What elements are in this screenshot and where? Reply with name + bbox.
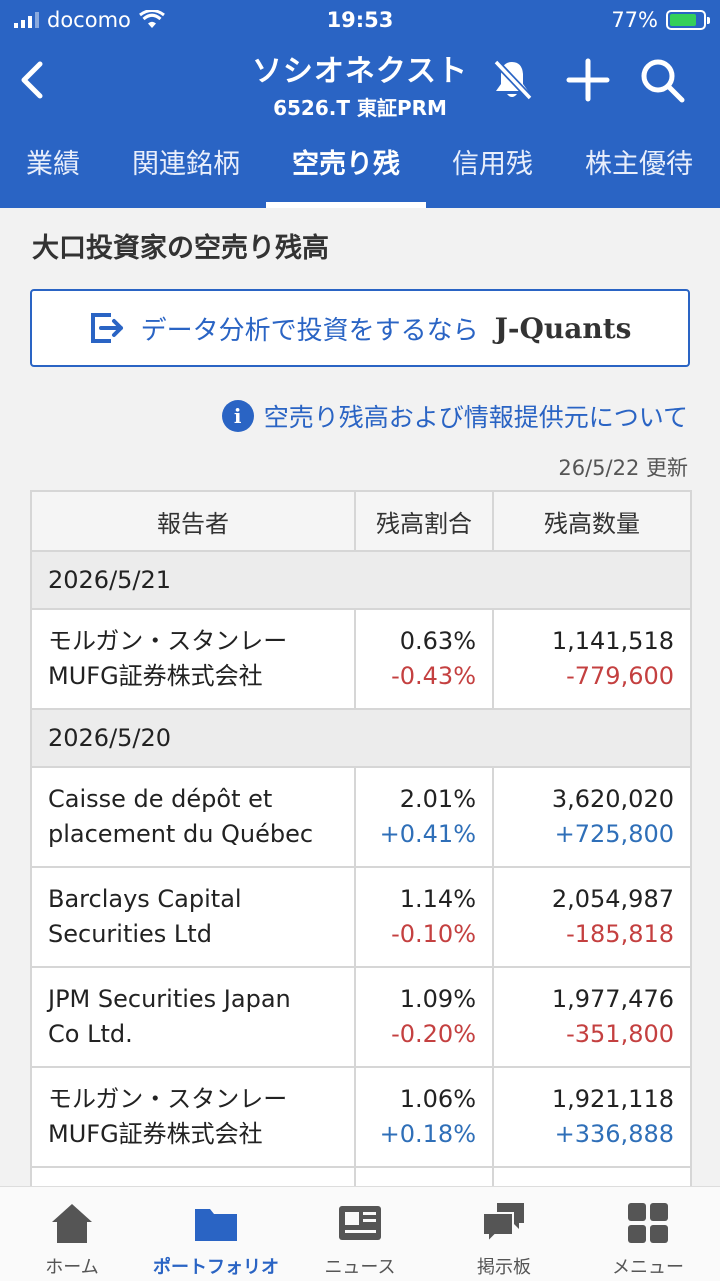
nav-bar: ソシオネクスト 6526.T 東証PRM: [0, 42, 720, 120]
search-icon[interactable]: [638, 56, 686, 104]
ratio: 0.63%: [399, 627, 476, 655]
bell-off-icon[interactable]: [488, 56, 536, 104]
column-header: 残高数量: [492, 490, 692, 552]
section-title: 大口投資家の空売り残高: [32, 233, 329, 264]
bottom-tab-label: ホーム: [45, 1257, 99, 1278]
quantity: 3,620,020: [551, 785, 674, 813]
short-balance-table: 報告者 残高割合 残高数量 2026/5/21 モルガン・スタンレー MUFG証券…: [30, 490, 692, 1212]
quantity-change: -351,800: [566, 1020, 674, 1048]
reporter-name: Securities Ltd: [48, 920, 212, 948]
updated-timestamp: 26/5/22 更新: [558, 456, 688, 480]
jquants-logo: J-Quants: [494, 311, 632, 345]
reporter-name: Co Ltd.: [48, 1020, 133, 1048]
quantity-change: +336,888: [554, 1120, 674, 1148]
chat-bubbles-icon: [482, 1203, 524, 1245]
reporter-name: MUFG証券株式会社: [48, 1120, 263, 1148]
date-group-row: 2026/5/20: [30, 708, 692, 768]
table-row: Caisse de dépôt et placement du Québec 2.…: [30, 766, 692, 868]
battery-percent: 77%: [611, 8, 658, 32]
newspaper-icon: [339, 1206, 381, 1240]
bottom-tab-label: ポートフォリオ: [153, 1257, 279, 1278]
main-content[interactable]: 大口投資家の空売り残高 データ分析で投資をするなら J-Quants i 空売り…: [0, 208, 720, 1212]
ratio: 1.06%: [399, 1085, 476, 1113]
date-label: 2026/5/21: [30, 550, 692, 610]
home-icon: [52, 1204, 92, 1243]
column-header: 報告者: [30, 490, 356, 552]
bottom-tab-label: 掲示板: [477, 1257, 531, 1278]
info-link[interactable]: i 空売り残高および情報提供元について: [221, 398, 688, 434]
reporter-name: MUFG証券株式会社: [48, 662, 263, 690]
quantity-change: -779,600: [566, 662, 674, 690]
bottom-tab-label: メニュー: [612, 1257, 684, 1278]
reporter-name: モルガン・スタンレー: [48, 627, 288, 655]
quantity: 1,977,476: [551, 985, 674, 1013]
banner-text: データ分析で投資をするなら: [140, 315, 479, 346]
reporter-name: Barclays Capital: [48, 885, 242, 913]
tab-earnings[interactable]: 業績: [0, 130, 106, 208]
app-header: docomo 19:53 77% ソシオネクスト 6526.T 東証PRM 業績…: [0, 0, 720, 208]
tab-short-selling[interactable]: 空売り残: [266, 130, 426, 208]
tab-bar: 業績 関連銘柄 空売り残 信用残 株主優待: [0, 130, 720, 208]
ratio: 1.14%: [399, 885, 476, 913]
table-row: Barclays Capital Securities Ltd 1.14% -0.1…: [30, 866, 692, 968]
reporter-name: Caisse de dépôt et: [48, 785, 273, 813]
bottom-tab-bar: ホーム ポートフォリオ ニュース 掲示板 メニュー: [0, 1186, 720, 1281]
ratio-change: +0.41%: [379, 820, 476, 848]
tab-margin[interactable]: 信用残: [426, 130, 559, 208]
quantity: 1,141,518: [551, 627, 674, 655]
ratio: 1.09%: [399, 985, 476, 1013]
table-row: モルガン・スタンレー MUFG証券株式会社 0.63% -0.43% 1,141,5…: [30, 608, 692, 710]
bottom-tab-portfolio[interactable]: ポートフォリオ: [144, 1187, 288, 1281]
page-title: ソシオネクスト: [251, 54, 469, 89]
quantity: 1,921,118: [551, 1085, 674, 1113]
ratio: 2.01%: [399, 785, 476, 813]
battery-icon: [666, 10, 710, 30]
date-label: 2026/5/20: [30, 708, 692, 768]
ratio-change: -0.10%: [391, 920, 476, 948]
table-row: JPM Securities Japan Co Ltd. 1.09% -0.20% …: [30, 966, 692, 1068]
table-row: モルガン・スタンレー MUFG証券株式会社 1.06% +0.18% 1,921,1…: [30, 1066, 692, 1168]
quantity-change: -185,818: [566, 920, 674, 948]
tab-shareholder-benefits[interactable]: 株主優待: [559, 130, 719, 208]
ratio-change: -0.43%: [391, 662, 476, 690]
info-icon: i: [221, 400, 254, 432]
grid-menu-icon: [628, 1203, 668, 1243]
ticker-label: 6526.T 東証PRM: [273, 96, 447, 120]
folder-icon: [195, 1209, 237, 1241]
reporter-name: placement du Québec: [48, 820, 314, 848]
bottom-tab-label: ニュース: [324, 1257, 396, 1278]
ratio-change: -0.20%: [391, 1020, 476, 1048]
status-bar: docomo 19:53 77%: [0, 0, 720, 40]
bottom-tab-menu[interactable]: メニュー: [576, 1187, 720, 1281]
quantity: 2,054,987: [551, 885, 674, 913]
column-header: 残高割合: [354, 490, 494, 552]
reporter-name: JPM Securities Japan: [48, 985, 291, 1013]
table-header-row: 報告者 残高割合 残高数量: [30, 490, 692, 552]
bottom-tab-board[interactable]: 掲示板: [432, 1187, 576, 1281]
jquants-banner[interactable]: データ分析で投資をするなら J-Quants: [30, 289, 690, 367]
info-link-label: 空売り残高および情報提供元について: [263, 403, 688, 432]
add-icon[interactable]: [564, 56, 612, 104]
ratio-change: +0.18%: [379, 1120, 476, 1148]
reporter-name: モルガン・スタンレー: [48, 1085, 288, 1113]
quantity-change: +725,800: [554, 820, 674, 848]
bottom-tab-home[interactable]: ホーム: [0, 1187, 144, 1281]
bottom-tab-news[interactable]: ニュース: [288, 1187, 432, 1281]
tab-related[interactable]: 関連銘柄: [106, 130, 266, 208]
external-link-icon: [90, 313, 123, 343]
date-group-row: 2026/5/21: [30, 550, 692, 610]
